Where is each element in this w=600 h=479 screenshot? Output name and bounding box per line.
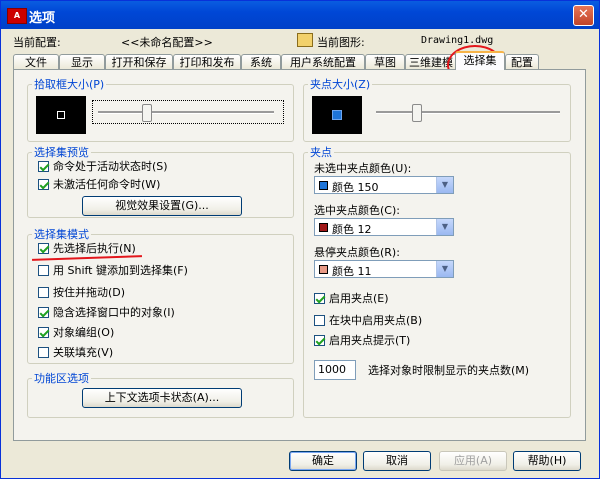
- hover-color-swatch: [319, 265, 328, 274]
- grips-legend: 夹点: [310, 146, 332, 159]
- current-profile-label: 当前配置:: [13, 36, 61, 49]
- autocad-app-icon: A: [7, 8, 27, 24]
- check-grip-tips[interactable]: 启用夹点提示(T): [314, 334, 410, 348]
- check-label: 按住并拖动(D): [53, 286, 126, 299]
- tab-drafting[interactable]: 草图: [365, 54, 405, 69]
- pickbox-preview: [36, 96, 86, 134]
- chevron-down-icon[interactable]: ▼: [436, 219, 453, 235]
- grip-size-slider-track[interactable]: [376, 111, 560, 114]
- selection-preview-legend: 选择集预览: [34, 146, 89, 159]
- grip-size-slider-thumb[interactable]: [412, 104, 422, 122]
- pickbox-slider-thumb[interactable]: [142, 104, 152, 122]
- checkbox[interactable]: [314, 292, 325, 304]
- check-label: 命令处于活动状态时(S): [53, 160, 168, 173]
- checkbox[interactable]: [314, 314, 325, 326]
- selection-modes-legend: 选择集模式: [34, 228, 89, 241]
- contextual-tab-states-button[interactable]: 上下文选项卡状态(A)...: [82, 388, 242, 408]
- check-object-grouping[interactable]: 对象编组(O): [38, 326, 114, 340]
- current-profile-value: <<未命名配置>>: [121, 36, 213, 49]
- selected-color-swatch: [319, 223, 328, 232]
- check-label: 未激活任何命令时(W): [53, 178, 161, 191]
- grip-size-legend: 夹点大小(Z): [310, 78, 371, 91]
- check-enable-grips[interactable]: 启用夹点(E): [314, 292, 389, 306]
- chevron-down-icon[interactable]: ▼: [436, 177, 453, 193]
- check-label: 用 Shift 键添加到选择集(F): [53, 264, 188, 277]
- tab-selection[interactable]: 选择集: [455, 51, 505, 70]
- check-noun-verb[interactable]: 先选择后执行(N): [38, 242, 136, 256]
- select-value: 颜色 150: [332, 181, 379, 194]
- tab-user-preferences[interactable]: 用户系统配置: [281, 54, 365, 69]
- checkbox[interactable]: [314, 334, 325, 346]
- check-preview-active[interactable]: 命令处于活动状态时(S): [38, 160, 168, 174]
- pickbox-slider-track[interactable]: [98, 111, 274, 114]
- tab-open-save[interactable]: 打开和保存: [105, 54, 173, 69]
- check-associative-hatch[interactable]: 关联填充(V): [38, 346, 113, 360]
- pickbox-square: [57, 111, 65, 119]
- check-shift-add[interactable]: 用 Shift 键添加到选择集(F): [38, 264, 188, 278]
- checkbox[interactable]: [38, 346, 49, 358]
- tab-display[interactable]: 显示: [59, 54, 105, 69]
- check-label: 启用夹点提示(T): [329, 334, 411, 347]
- tab-system[interactable]: 系统: [241, 54, 281, 69]
- selected-grip-color-select[interactable]: 颜色 12 ▼: [314, 218, 454, 236]
- tab-files[interactable]: 文件: [13, 54, 59, 69]
- check-label: 隐含选择窗口中的对象(I): [53, 306, 175, 319]
- check-preview-inactive[interactable]: 未激活任何命令时(W): [38, 178, 160, 192]
- apply-button[interactable]: 应用(A): [439, 451, 507, 471]
- check-label: 在块中启用夹点(B): [329, 314, 423, 327]
- select-value: 颜色 11: [332, 265, 372, 278]
- current-drawing-value: Drawing1.dwg: [421, 35, 494, 46]
- tab-profiles[interactable]: 配置: [505, 54, 539, 69]
- check-label: 对象编组(O): [53, 326, 115, 339]
- checkbox[interactable]: [38, 264, 49, 276]
- unselected-color-swatch: [319, 181, 328, 190]
- pickbox-legend: 拾取框大小(P): [34, 78, 105, 91]
- options-dialog: A 选项 ✕ 当前配置: <<未命名配置>> 当前图形: Drawing1.dw…: [0, 0, 600, 479]
- check-grips-in-blocks[interactable]: 在块中启用夹点(B): [314, 314, 422, 328]
- ok-button[interactable]: 确定: [289, 451, 357, 471]
- chevron-down-icon[interactable]: ▼: [436, 261, 453, 277]
- hover-grip-color-select[interactable]: 颜色 11 ▼: [314, 260, 454, 278]
- unselected-grip-color-label: 未选中夹点颜色(U):: [314, 162, 412, 175]
- grip-limit-input[interactable]: 1000: [314, 360, 356, 380]
- check-label: 关联填充(V): [53, 346, 114, 359]
- visual-effect-settings-button[interactable]: 视觉效果设置(G)...: [82, 196, 242, 216]
- close-button[interactable]: ✕: [573, 5, 594, 26]
- checkbox[interactable]: [38, 286, 49, 298]
- dialog-title: 选项: [29, 11, 56, 26]
- hover-grip-color-label: 悬停夹点颜色(R):: [314, 246, 400, 259]
- help-button[interactable]: 帮助(H): [513, 451, 581, 471]
- ribbon-options-legend: 功能区选项: [34, 372, 89, 385]
- checkbox[interactable]: [38, 160, 49, 172]
- grip-size-preview: [312, 96, 362, 134]
- checkbox[interactable]: [38, 178, 49, 190]
- selection-panel: 拾取框大小(P) 夹点大小(Z) 选择集预览 命令处于活动状态时(S) 未激活任…: [13, 69, 586, 441]
- grip-size-square: [332, 110, 342, 120]
- title-bar[interactable]: A 选项 ✕: [1, 1, 599, 29]
- selected-grip-color-label: 选中夹点颜色(C):: [314, 204, 400, 217]
- unselected-grip-color-select[interactable]: 颜色 150 ▼: [314, 176, 454, 194]
- grip-limit-label: 选择对象时限制显示的夹点数(M): [368, 364, 530, 377]
- checkbox[interactable]: [38, 326, 49, 338]
- cancel-button[interactable]: 取消: [363, 451, 431, 471]
- checkbox[interactable]: [38, 306, 49, 318]
- checkbox[interactable]: [38, 242, 49, 254]
- check-implied-window[interactable]: 隐含选择窗口中的对象(I): [38, 306, 175, 320]
- tab-plot-publish[interactable]: 打印和发布: [173, 54, 241, 69]
- check-label: 先选择后执行(N): [53, 242, 136, 255]
- drawing-icon: [297, 33, 313, 47]
- check-press-drag[interactable]: 按住并拖动(D): [38, 286, 125, 300]
- current-drawing-label: 当前图形:: [317, 36, 365, 49]
- check-label: 启用夹点(E): [329, 292, 389, 305]
- select-value: 颜色 12: [332, 223, 372, 236]
